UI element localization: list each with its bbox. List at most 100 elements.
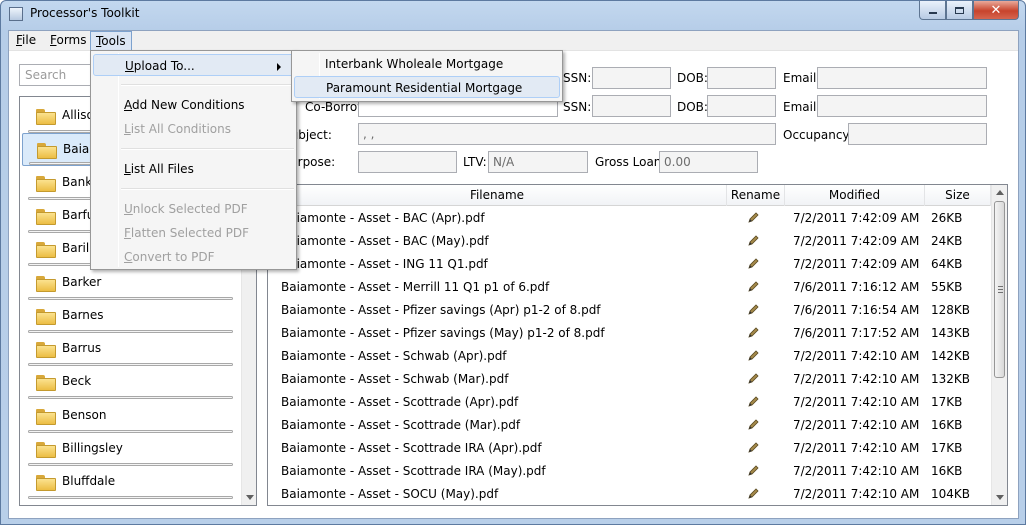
menu-item-upload-to[interactable]: Upload To...	[93, 54, 294, 76]
dob-field[interactable]	[707, 67, 776, 89]
file-name: Baiamonte - Asset - BAC (May).pdf	[281, 234, 489, 248]
pencil-icon[interactable]	[747, 304, 759, 316]
pencil-icon[interactable]	[747, 488, 759, 500]
purpose-field[interactable]	[358, 151, 457, 173]
pencil-icon[interactable]	[747, 327, 759, 339]
file-name: Baiamonte - Asset - Scottrade IRA (Apr).…	[281, 441, 542, 455]
file-row[interactable]: Baiamonte - Asset - SOCU (May).pdf 7/2/20…	[268, 483, 991, 505]
gross-loan-field[interactable]: 0.00	[659, 151, 758, 173]
file-size: 17KB	[931, 395, 963, 409]
email-field[interactable]	[817, 67, 987, 89]
maximize-button[interactable]	[946, 1, 973, 20]
coborrower-email-field[interactable]	[817, 95, 987, 117]
menu-item-list-all-conditions[interactable]: List All Conditions	[93, 118, 294, 140]
borrower-list-item[interactable]: B...	[22, 500, 244, 505]
pencil-icon[interactable]	[747, 281, 759, 293]
file-row[interactable]: Baiamonte - Asset - ING 11 Q1.pdf 7/2/201…	[268, 253, 991, 276]
occupancy-label: Occupancy:	[783, 128, 853, 142]
submenu-item-interbank[interactable]: Interbank Wholeale Mortgage	[294, 53, 560, 75]
caption-buttons: ✕	[919, 1, 1019, 20]
file-modified: 7/2/2011 7:42:10 AM	[793, 418, 920, 432]
pencil-icon[interactable]	[747, 258, 759, 270]
pencil-icon[interactable]	[747, 235, 759, 247]
file-modified: 7/2/2011 7:42:09 AM	[793, 211, 920, 225]
grid-scroll-thumb[interactable]	[994, 201, 1005, 378]
file-name: Baiamonte - Asset - Merrill 11 Q1 p1 of …	[281, 280, 550, 294]
file-grid-scrollbar[interactable]	[991, 185, 1007, 505]
borrower-list-item[interactable]: Benson	[22, 400, 244, 433]
file-row[interactable]: Baiamonte - Asset - Pfizer savings (May)…	[268, 322, 991, 345]
file-name: Baiamonte - Asset - Pfizer savings (Apr)…	[281, 303, 601, 317]
file-size: 16KB	[931, 464, 963, 478]
borrower-list-item[interactable]: Barnes	[22, 300, 244, 333]
file-modified: 7/2/2011 7:42:10 AM	[793, 372, 920, 386]
coborrower-dob-field[interactable]	[707, 95, 776, 117]
ltv-field[interactable]: N/A	[488, 151, 588, 173]
file-modified: 7/6/2011 7:16:54 AM	[793, 303, 920, 317]
column-header-size[interactable]: Size	[925, 185, 991, 206]
menu-item-convert-to-pdf[interactable]: Convert to PDF	[93, 246, 294, 268]
menu-item-add-new-conditions[interactable]: Add New Conditions	[93, 94, 294, 116]
menu-item-unlock-selected-pdf[interactable]: Unlock Selected PDF	[93, 198, 294, 220]
file-name: Baiamonte - Asset - Schwab (Apr).pdf	[281, 349, 507, 363]
file-size: 64KB	[931, 257, 963, 271]
menu-item-list-all-files[interactable]: List All Files	[93, 158, 294, 180]
file-name: Baiamonte - Asset - Scottrade (Apr).pdf	[281, 395, 519, 409]
pencil-icon[interactable]	[747, 419, 759, 431]
ssn-field[interactable]	[592, 67, 671, 89]
file-row[interactable]: Baiamonte - Asset - Scottrade (Mar).pdf 7…	[268, 414, 991, 437]
file-row[interactable]: Baiamonte - Asset - Pfizer savings (Apr)…	[268, 299, 991, 322]
file-row[interactable]: Baiamonte - Asset - Scottrade (Apr).pdf 7…	[268, 391, 991, 414]
borrower-list-item[interactable]: Beck	[22, 366, 244, 400]
grid-scroll-up-icon[interactable]	[996, 190, 1004, 195]
borrower-list-item[interactable]: Barker	[22, 267, 244, 300]
grid-scroll-down-icon[interactable]	[996, 495, 1004, 500]
file-row[interactable]: Baiamonte - Asset - Scottrade IRA (Apr).…	[268, 437, 991, 460]
borrower-list-item[interactable]: Barrus	[22, 333, 244, 367]
menu-separator	[121, 84, 294, 86]
close-button[interactable]: ✕	[973, 1, 1019, 20]
file-row[interactable]: Baiamonte - Asset - Merrill 11 Q1 p1 of …	[268, 276, 991, 299]
folder-icon	[36, 308, 56, 325]
folder-icon	[36, 242, 56, 259]
pencil-icon[interactable]	[747, 396, 759, 408]
coborrower-ssn-field[interactable]	[592, 95, 671, 117]
menu-item-flatten-selected-pdf[interactable]: Flatten Selected PDF	[93, 222, 294, 244]
column-header-modified[interactable]: Modified	[785, 185, 925, 206]
file-name: Baiamonte - Asset - Pfizer savings (May)…	[281, 326, 605, 340]
pencil-icon[interactable]	[747, 212, 759, 224]
column-header-filename[interactable]: Filename	[268, 185, 727, 206]
column-header-rename[interactable]: Rename	[727, 185, 785, 206]
scroll-down-icon[interactable]	[246, 495, 254, 500]
borrower-name: Bluffdale	[62, 474, 116, 489]
window-title: Processor's Toolkit	[30, 6, 140, 20]
subject-field[interactable]: , ,	[358, 123, 776, 145]
file-row[interactable]: Baiamonte - Asset - Schwab (Mar).pdf 7/2/…	[268, 368, 991, 391]
file-row[interactable]: Baiamonte - Asset - Scottrade IRA (May).…	[268, 460, 991, 483]
menu-tools[interactable]: Tools	[90, 31, 132, 51]
folder-icon	[36, 408, 56, 425]
minimize-button[interactable]	[919, 1, 946, 20]
pencil-icon[interactable]	[747, 373, 759, 385]
file-row[interactable]: Baiamonte - Asset - BAC (May).pdf 7/2/201…	[268, 230, 991, 253]
gross-loan-label: Gross Loan:	[595, 155, 666, 169]
folder-icon	[36, 109, 56, 125]
title-bar[interactable]: Processor's Toolkit ✕	[1, 1, 1025, 27]
file-row[interactable]: Baiamonte - Asset - BAC (Apr).pdf 7/2/201…	[268, 207, 991, 230]
file-row[interactable]: Baiamonte - Asset - Schwab (Apr).pdf 7/2/…	[268, 345, 991, 368]
borrower-name: Barnes	[62, 307, 104, 322]
borrower-list-item[interactable]: Billingsley	[22, 433, 244, 466]
file-modified: 7/2/2011 7:42:10 AM	[793, 487, 920, 501]
pencil-icon[interactable]	[747, 350, 759, 362]
pencil-icon[interactable]	[747, 465, 759, 477]
borrower-list-item[interactable]: Bluffdale	[22, 466, 244, 500]
submenu-item-paramount[interactable]: Paramount Residential Mortgage	[294, 76, 560, 98]
occupancy-field[interactable]	[848, 123, 987, 145]
file-modified: 7/2/2011 7:42:10 AM	[793, 441, 920, 455]
app-window: Processor's Toolkit ✕ File Forms Tools S…	[0, 0, 1026, 525]
menu-separator	[121, 188, 294, 190]
file-size: 26KB	[931, 211, 963, 225]
pencil-icon[interactable]	[747, 442, 759, 454]
menu-forms[interactable]: Forms	[45, 31, 92, 51]
menu-file[interactable]: File	[11, 31, 41, 51]
